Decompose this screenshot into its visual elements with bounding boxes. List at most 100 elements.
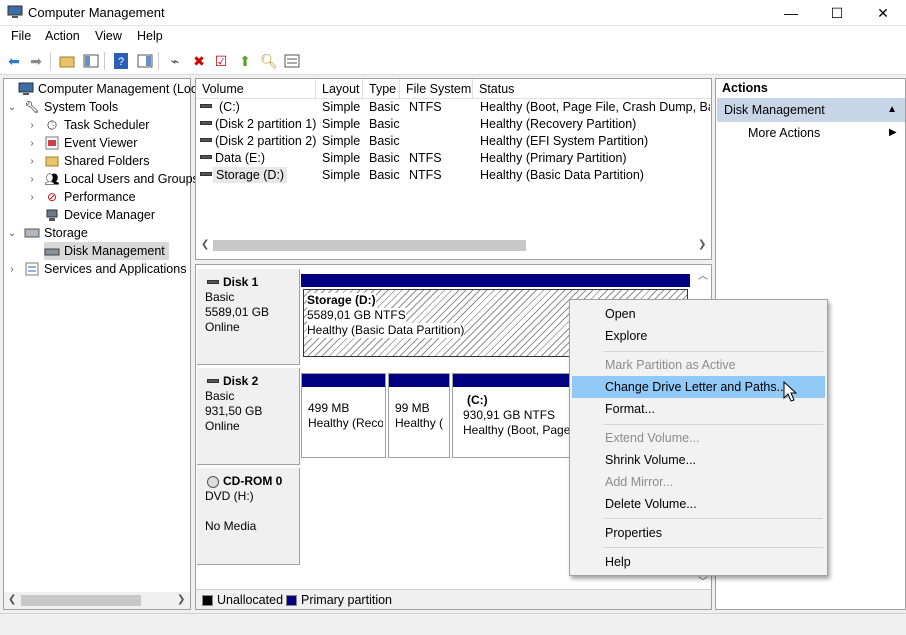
- volume-icon: [200, 138, 212, 142]
- cdrom-0-info[interactable]: CD-ROM 0 DVD (H:) No Media: [197, 468, 300, 565]
- expand-icon[interactable]: ›: [26, 120, 38, 131]
- forward-icon[interactable]: ➡: [27, 52, 45, 70]
- ctx-explore[interactable]: Explore: [572, 325, 825, 347]
- collapse-icon[interactable]: ⌄: [6, 102, 18, 113]
- delete-icon[interactable]: ✖: [190, 52, 208, 70]
- menu-action[interactable]: Action: [45, 29, 80, 43]
- scroll-left-icon[interactable]: ❮: [8, 594, 16, 605]
- tree-item-device-manager[interactable]: Device Manager: [26, 206, 155, 224]
- disk-type: Basic: [205, 290, 235, 304]
- column-header-layout[interactable]: Layout: [316, 79, 363, 99]
- ctx-help[interactable]: Help: [572, 551, 825, 573]
- tree-item-event-viewer[interactable]: › Event Viewer: [26, 134, 137, 152]
- scrollbar-thumb[interactable]: [213, 240, 526, 251]
- partition-size: 99 MB: [395, 401, 430, 415]
- table-row[interactable]: (Disk 2 partition 1) Simple Basic Health…: [196, 116, 711, 133]
- tools-icon: 🔧︎: [24, 100, 40, 114]
- tree-item-system-tools[interactable]: ⌄ 🔧︎ System Tools: [6, 98, 118, 116]
- tree-item-storage[interactable]: ⌄ Storage: [6, 224, 88, 242]
- svg-text:?: ?: [118, 56, 124, 68]
- cell-volume: Data (E:): [215, 151, 266, 165]
- expand-icon[interactable]: ›: [26, 156, 38, 167]
- tree-item-task-scheduler[interactable]: › 🕓︎ Task Scheduler: [26, 116, 149, 134]
- tree-item-performance[interactable]: › ⊘ Performance: [26, 188, 135, 206]
- up-folder-icon[interactable]: [58, 52, 76, 70]
- tree-item-services-applications[interactable]: › Services and Applications: [6, 260, 186, 278]
- ctx-shrink-volume[interactable]: Shrink Volume...: [572, 449, 825, 471]
- tree-item-shared-folders[interactable]: › Shared Folders: [26, 152, 149, 170]
- close-button[interactable]: ✕: [860, 0, 906, 26]
- table-row[interactable]: Data (E:) Simple Basic NTFS Healthy (Pri…: [196, 150, 711, 167]
- maximize-button[interactable]: ☐: [814, 0, 860, 26]
- actions-group-disk-management[interactable]: Disk Management ▲: [717, 98, 905, 122]
- partition-name: Storage (D:): [307, 293, 376, 308]
- actions-header: Actions: [722, 81, 768, 95]
- cell-layout: Simple: [322, 151, 361, 165]
- tree-item-label: System Tools: [44, 100, 119, 114]
- search-icon[interactable]: 🔍︎: [260, 52, 278, 70]
- toolbar-separator: [104, 52, 105, 70]
- tree-item-disk-management[interactable]: Disk Management: [44, 242, 169, 260]
- table-row[interactable]: (Disk 2 partition 2) Simple Basic Health…: [196, 133, 711, 150]
- device-manager-icon: [44, 207, 60, 223]
- computer-management-icon: [7, 5, 23, 19]
- disk-type: DVD (H:): [205, 489, 254, 503]
- action-pane-icon[interactable]: [136, 52, 154, 70]
- tree-item-local-users-groups[interactable]: › 👥︎ Local Users and Groups: [26, 170, 199, 188]
- legend-label-primary: Primary partition: [301, 593, 392, 607]
- back-icon[interactable]: ⬅: [5, 52, 23, 70]
- help-icon[interactable]: ?: [112, 52, 130, 70]
- mouse-cursor-icon: [783, 380, 798, 406]
- up-arrow-folder-icon[interactable]: ⬆: [236, 52, 254, 70]
- column-header-type[interactable]: Type: [363, 79, 400, 99]
- connect-icon[interactable]: ⌁: [166, 52, 184, 70]
- table-row[interactable]: (C:) Simple Basic NTFS Healthy (Boot, Pa…: [196, 99, 711, 116]
- actions-group-label: Disk Management: [724, 103, 825, 117]
- checklist-icon[interactable]: ☑: [212, 52, 230, 70]
- volume-list: Volume Layout Type File System Status (C…: [195, 78, 712, 260]
- table-row[interactable]: Storage (D:) Simple Basic NTFS Healthy (…: [196, 167, 711, 184]
- ctx-delete-volume[interactable]: Delete Volume...: [572, 493, 825, 515]
- column-header-file-system[interactable]: File System: [400, 79, 473, 99]
- properties-icon[interactable]: [283, 52, 301, 70]
- scroll-right-icon[interactable]: ❯: [177, 594, 185, 605]
- legend-swatch-primary: [286, 595, 297, 606]
- cell-volume: (Disk 2 partition 1): [215, 117, 317, 131]
- expand-icon[interactable]: ›: [26, 174, 38, 185]
- tree-item-label: Local Users and Groups: [64, 172, 199, 186]
- expand-icon[interactable]: ›: [26, 138, 38, 149]
- partition-recovery[interactable]: 499 MB Healthy (Reco: [301, 373, 386, 458]
- menu-help[interactable]: Help: [137, 29, 163, 43]
- partition-efi[interactable]: 99 MB Healthy (: [388, 373, 450, 458]
- ctx-properties[interactable]: Properties: [572, 522, 825, 544]
- tree-item-label: Storage: [44, 226, 88, 240]
- submenu-arrow-icon: ▶: [889, 127, 897, 138]
- scrollbar-thumb[interactable]: [21, 595, 141, 606]
- collapse-up-icon[interactable]: ▲: [887, 98, 897, 122]
- cell-volume: Storage (D:): [213, 167, 288, 183]
- disk-2-info[interactable]: Disk 2 Basic 931,50 GB Online: [197, 368, 300, 465]
- column-header-volume[interactable]: Volume: [196, 79, 316, 99]
- more-actions-item[interactable]: More Actions: [748, 126, 820, 140]
- cell-layout: Simple: [322, 117, 361, 131]
- show-hide-tree-icon[interactable]: [82, 52, 100, 70]
- tree-horizontal-scrollbar[interactable]: ❮ ❯: [4, 592, 190, 609]
- scroll-left-icon[interactable]: ❮: [201, 239, 209, 250]
- expand-icon[interactable]: ›: [26, 192, 38, 203]
- collapse-icon[interactable]: ⌄: [6, 228, 18, 239]
- ctx-separator: [603, 351, 823, 352]
- volume-icon: [200, 121, 212, 125]
- disk-1-info[interactable]: Disk 1 Basic 5589,01 GB Online: [197, 269, 300, 365]
- column-header-status[interactable]: Status: [473, 79, 711, 99]
- scroll-up-icon[interactable]: ︿: [698, 267, 708, 282]
- expand-icon[interactable]: ›: [6, 264, 18, 275]
- minimize-button[interactable]: —: [768, 0, 814, 26]
- ctx-open[interactable]: Open: [572, 303, 825, 325]
- volume-list-horizontal-scrollbar[interactable]: ❮ ❯: [196, 237, 711, 254]
- menu-file[interactable]: File: [11, 29, 31, 43]
- partition-body: 499 MB Healthy (Reco: [304, 389, 383, 455]
- tree-item-label: Task Scheduler: [64, 118, 150, 132]
- scroll-right-icon[interactable]: ❯: [698, 239, 706, 250]
- menu-view[interactable]: View: [95, 29, 122, 43]
- tree-item-computer-management[interactable]: Computer Management (Local: [6, 80, 207, 98]
